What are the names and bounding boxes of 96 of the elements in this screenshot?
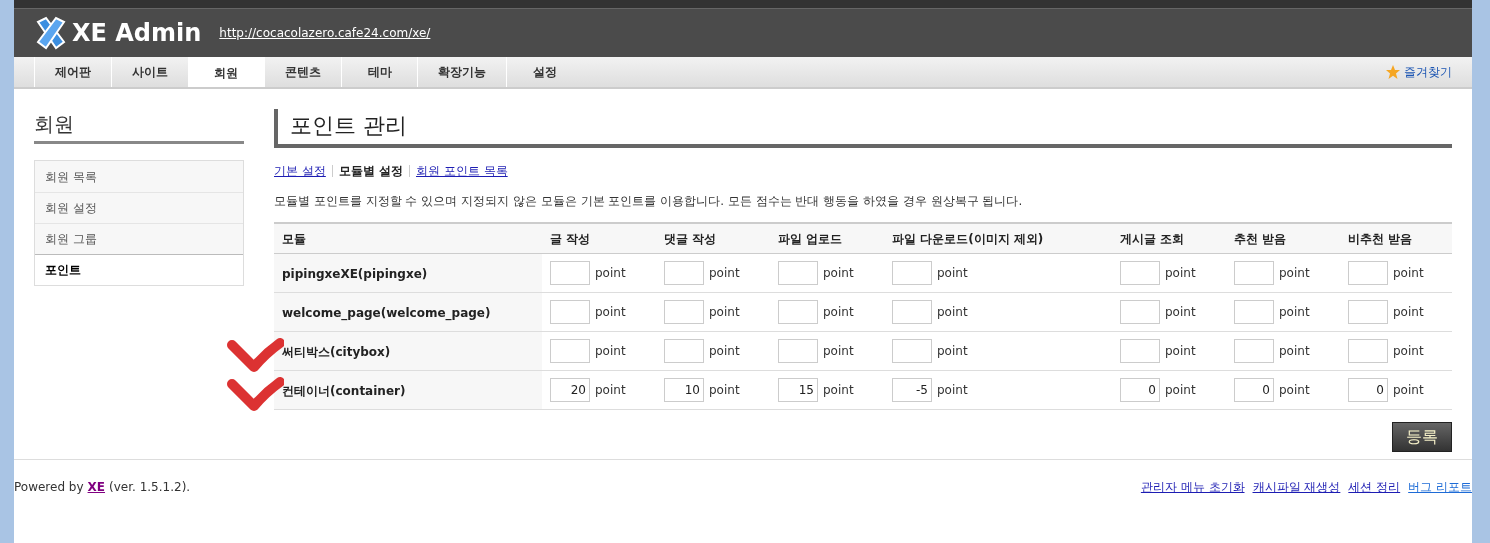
description-text: 모듈별 포인트를 지정할 수 있으며 지정되지 않은 모듈은 기본 포인트를 이용합니다. 모든 점수는 반대 행동을 하였을 경우 원상복구 됩니다. [274,193,1024,210]
unit-label: point [595,265,626,282]
point-input[interactable] [778,339,818,363]
point-input[interactable]: -5 [892,378,932,402]
unit-label: point [1165,265,1196,282]
unit-label: point [709,265,740,282]
nav-tab[interactable]: 확장기능 [417,57,506,87]
unit-label: point [709,382,740,399]
point-input[interactable] [1234,300,1274,324]
unit-label: point [595,343,626,360]
point-input[interactable] [1120,339,1160,363]
nav-tab[interactable]: 제어판 [34,57,111,87]
module-name: 컨테이너(container) [282,384,406,398]
unit-label: point [1165,304,1196,321]
footer-link[interactable]: 관리자 메뉴 초기화 [1140,478,1245,496]
sidebar-item[interactable]: 회원 목록 [35,161,243,192]
unit-label: point [823,382,854,399]
module-name: pipingxeXE(pipingxe) [282,267,428,281]
nav-tab[interactable]: 테마 [341,57,417,87]
unit-label: point [1279,265,1310,282]
point-input[interactable] [550,261,590,285]
nav-tab[interactable]: 설정 [506,57,582,87]
point-input[interactable] [892,339,932,363]
column-header: 모듈 [281,230,307,248]
point-input[interactable] [778,300,818,324]
point-input[interactable]: 10 [664,378,704,402]
submit-button[interactable]: 등록 [1392,422,1452,452]
point-input[interactable] [550,300,590,324]
sub-tab[interactable]: 모듈별 설정 [338,162,403,180]
star-icon [1385,64,1401,80]
sub-tab[interactable]: 회원 포인트 목록 [416,162,508,180]
unit-label: point [1279,343,1310,360]
unit-label: point [937,382,968,399]
point-input[interactable]: 0 [1120,378,1160,402]
point-input[interactable] [664,339,704,363]
module-name: welcome_page(welcome_page) [282,306,491,320]
point-input[interactable] [778,261,818,285]
column-header: 글 작성 [549,230,592,248]
unit-label: point [823,343,854,360]
nav-tab[interactable]: 콘텐츠 [264,57,341,87]
unit-label: point [709,343,740,360]
point-input[interactable] [1348,300,1388,324]
point-input[interactable] [550,339,590,363]
sub-tab[interactable]: 기본 설정 [274,162,326,180]
column-header: 파일 업로드 [777,230,844,248]
point-input[interactable] [664,300,704,324]
unit-label: point [937,343,968,360]
point-input[interactable] [1348,339,1388,363]
unit-label: point [1279,382,1310,399]
unit-label: point [595,304,626,321]
column-header: 비추천 받음 [1347,230,1414,248]
footer-link[interactable]: 캐시파일 재생성 [1252,478,1341,496]
module-name: 써티박스(citybox) [282,345,391,359]
unit-label: point [1393,304,1424,321]
unit-label: point [937,265,968,282]
unit-label: point [823,304,854,321]
column-header: 댓글 작성 [663,230,718,248]
logo-icon [34,16,68,50]
unit-label: point [823,265,854,282]
point-input[interactable] [1234,261,1274,285]
sidebar-item[interactable]: 회원 그룹 [35,223,243,254]
point-input[interactable] [1120,300,1160,324]
unit-label: point [1279,304,1310,321]
nav-tab[interactable]: 회원 [188,57,264,87]
site-url-link[interactable]: http://cocacolazero.cafe24.com/xe/ [219,24,431,42]
column-header: 파일 다운로드(이미지 제외) [891,230,1045,248]
powered-by-text: Powered by [14,479,84,496]
unit-label: point [1165,382,1196,399]
unit-label: point [709,304,740,321]
footer-link[interactable]: 버그 리포트 [1408,478,1472,496]
footer-link[interactable]: 세션 정리 [1348,478,1401,496]
unit-label: point [1165,343,1196,360]
point-input[interactable]: 15 [778,378,818,402]
sidebar-title: 회원 [34,109,244,144]
point-input[interactable] [892,300,932,324]
xe-link[interactable]: XE [87,478,105,496]
point-input[interactable]: 20 [550,378,590,402]
favorites-link[interactable]: 즐겨찾기 [1404,63,1452,81]
unit-label: point [1393,265,1424,282]
point-input[interactable] [1348,261,1388,285]
point-input[interactable] [1234,339,1274,363]
unit-label: point [1393,382,1424,399]
point-input[interactable]: 0 [1348,378,1388,402]
version-text: (ver. 1.5.1.2). [109,479,191,496]
unit-label: point [595,382,626,399]
point-input[interactable] [1120,261,1160,285]
point-input[interactable]: 0 [1234,378,1274,402]
logo-text: XE Admin [72,18,202,49]
column-header: 추천 받음 [1233,230,1288,248]
column-header: 게시글 조회 [1119,230,1186,248]
page-title: 포인트 관리 [274,109,1452,148]
point-input[interactable] [664,261,704,285]
sidebar-item[interactable]: 회원 설정 [35,192,243,223]
unit-label: point [1393,343,1424,360]
unit-label: point [937,304,968,321]
point-input[interactable] [892,261,932,285]
